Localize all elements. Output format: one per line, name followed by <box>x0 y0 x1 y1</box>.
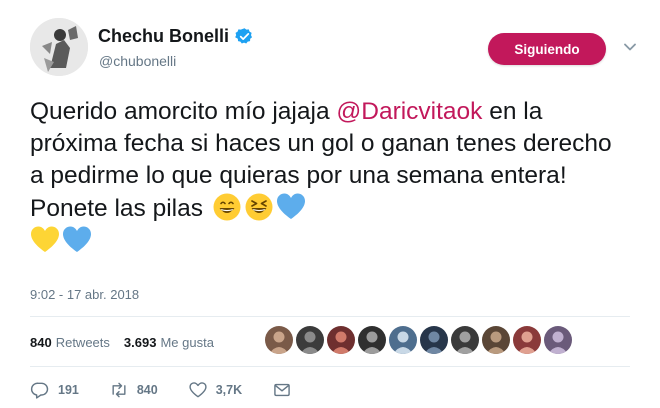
grinning-smiling-eyes-emoji <box>212 192 242 222</box>
retweets-count: 840 <box>30 334 52 350</box>
mention-link[interactable]: @Daricvitaok <box>336 98 482 125</box>
divider <box>30 366 630 367</box>
reply-button[interactable]: 191 <box>30 380 79 400</box>
liker-avatar[interactable] <box>358 326 386 354</box>
retweet-icon <box>112 382 126 398</box>
retweet-count: 840 <box>136 383 158 397</box>
author-avatar[interactable] <box>30 18 88 76</box>
liker-avatar[interactable] <box>420 326 448 354</box>
tweet-header: Chechu Bonelli @chubonelli Siguiendo <box>0 0 660 90</box>
likes-count: 3.693 <box>123 334 157 350</box>
blue-heart-emoji <box>276 192 306 222</box>
tweet-text-part1: Querido amorcito mío jajaja <box>30 98 337 125</box>
likes-stat[interactable]: 3.693 Me gusta <box>124 335 214 350</box>
liker-avatar[interactable] <box>265 326 293 354</box>
liker-avatars <box>265 326 575 354</box>
like-count: 3,7K <box>215 383 243 397</box>
reply-count: 191 <box>58 383 79 397</box>
liker-avatar[interactable] <box>389 326 417 354</box>
tweet-stats: 840 Retweets 3.693 Me gusta <box>30 330 228 354</box>
tweet-actions: 191 840 3,7K <box>30 378 330 402</box>
retweets-label: Retweets <box>55 334 110 350</box>
liker-avatar[interactable] <box>513 326 541 354</box>
reply-icon <box>30 382 49 399</box>
chevron-down-icon[interactable] <box>623 40 637 54</box>
squinting-laughing-emoji <box>244 192 274 222</box>
verified-badge-icon <box>235 28 253 44</box>
blue-heart-emoji <box>62 225 92 255</box>
liker-avatar[interactable] <box>451 326 479 354</box>
direct-message-button[interactable] <box>272 380 300 400</box>
yellow-heart-emoji <box>30 225 60 255</box>
liker-avatar[interactable] <box>327 326 355 354</box>
heart-icon <box>189 382 207 398</box>
retweets-stat[interactable]: 840 Retweets <box>30 335 110 350</box>
author-handle[interactable]: @chubonelli <box>99 53 176 69</box>
retweet-button[interactable]: 840 <box>109 380 158 400</box>
envelope-icon <box>274 383 290 397</box>
tweet-timestamp[interactable]: 9:02 - 17 abr. 2018 <box>30 287 139 302</box>
liker-avatar[interactable] <box>544 326 572 354</box>
author-name-row: Chechu Bonelli <box>98 26 254 47</box>
liker-avatar[interactable] <box>482 326 510 354</box>
divider <box>30 316 630 317</box>
following-button[interactable]: Siguiendo <box>488 33 606 65</box>
likes-label: Me gusta <box>160 334 214 350</box>
author-display-name[interactable]: Chechu Bonelli <box>98 26 229 47</box>
liker-avatar[interactable] <box>296 326 324 354</box>
like-button[interactable]: 3,7K <box>188 380 242 400</box>
tweet-text: Querido amorcito mío jajaja @Daricvitaok… <box>30 96 630 258</box>
